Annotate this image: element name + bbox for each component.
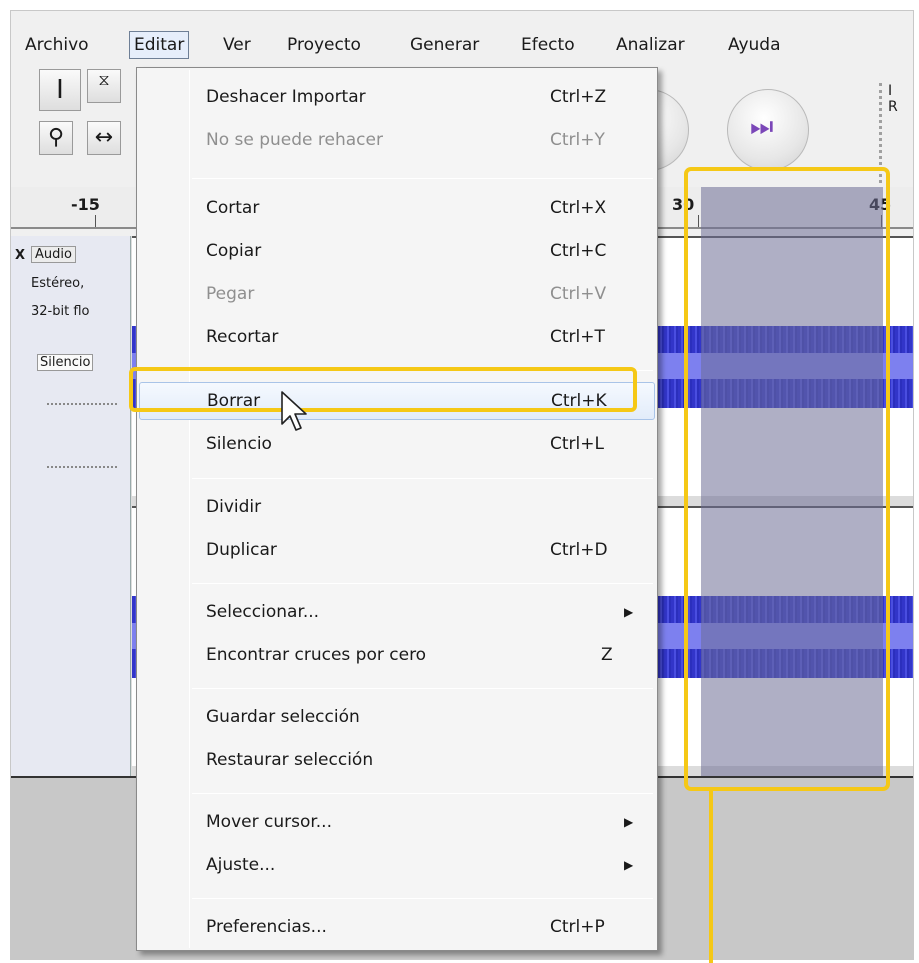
menu-item-label: Pegar [206,284,255,304]
menu-item-silencio[interactable]: Silencio Ctrl+L [139,425,655,463]
track-info: Estéreo, [31,276,85,291]
ruler-tick [95,215,96,227]
meter-label-record: R [888,99,898,115]
menu-item-shortcut: Ctrl+D [550,540,608,560]
menu-editar[interactable]: Editar [129,31,190,59]
pan-slider[interactable] [47,454,117,468]
mouse-pointer-icon [281,391,307,431]
callout-line [709,791,713,963]
menu-analizar[interactable]: Analizar [612,31,689,59]
magnifier-icon[interactable]: ⚲ [39,121,73,155]
menu-item-label: No se puede rehacer [206,130,383,150]
menu-separator [192,583,653,584]
timeshift-icon[interactable]: ↔ [87,121,121,155]
menu-item-shortcut: Ctrl+T [550,327,605,347]
track-close-button[interactable]: X [15,248,29,263]
menu-item-label: Silencio [206,434,272,454]
submenu-arrow-icon: ▶ [624,858,634,872]
menu-item-ajuste[interactable]: Ajuste... ▶ [139,846,655,884]
menu-item-label: Ajuste... [206,855,276,875]
menu-item-label: Copiar [206,241,262,261]
menu-item-shortcut: Ctrl+V [550,284,607,304]
silence-button[interactable]: Silencio [37,354,94,371]
menu-item-recortar[interactable]: Recortar Ctrl+T [139,318,655,356]
submenu-arrow-icon: ▶ [624,815,634,829]
menu-item-guardar-seleccion[interactable]: Guardar selección [139,698,655,736]
menu-item-label: Duplicar [206,540,277,560]
menu-item-seleccionar[interactable]: Seleccionar... ▶ [139,593,655,631]
menu-item-copiar[interactable]: Copiar Ctrl+C [139,232,655,270]
menu-archivo[interactable]: Archivo [21,31,93,59]
menu-ayuda[interactable]: Ayuda [724,31,785,59]
skip-to-end-icon: ⏭ [750,112,774,142]
menu-ver[interactable]: Ver [219,31,255,59]
menu-item-deshacer[interactable]: Deshacer Importar Ctrl+Z [139,78,655,116]
menu-item-label: Recortar [206,327,279,347]
highlight-selection-callout [684,167,890,791]
menu-separator [192,478,653,479]
menu-item-shortcut: Ctrl+X [550,198,607,218]
menu-proyecto[interactable]: Proyecto [283,31,365,59]
highlight-borrar-callout [129,367,637,412]
menu-item-pegar: Pegar Ctrl+V [139,275,655,313]
track-name-button[interactable]: Audio [31,246,76,263]
menu-item-shortcut: Z [601,645,613,665]
menu-item-restaurar-seleccion[interactable]: Restaurar selección [139,741,655,779]
menu-item-cruces-cero[interactable]: Encontrar cruces por cero Z [139,636,655,674]
gain-slider[interactable] [47,391,117,405]
menu-item-cortar[interactable]: Cortar Ctrl+X [139,189,655,227]
menu-item-shortcut: Ctrl+C [550,241,607,261]
menu-item-label: Mover cursor... [206,812,332,832]
skip-to-end-button[interactable]: ⏭ [727,89,809,171]
menu-item-label: Guardar selección [206,707,360,727]
menu-item-label: Restaurar selección [206,750,374,770]
menu-item-label: Preferencias... [206,917,327,937]
meter-label-input: I [888,83,893,99]
menu-separator [192,793,653,794]
menu-separator [192,688,653,689]
menu-item-label: Seleccionar... [206,602,320,622]
menubar: Archivo Editar Ver Proyecto Generar Efec… [11,31,913,59]
menu-item-shortcut: Ctrl+L [550,434,604,454]
menu-item-label: Deshacer Importar [206,87,366,107]
menu-generar[interactable]: Generar [406,31,483,59]
menu-separator [192,898,653,899]
menu-item-mover-cursor[interactable]: Mover cursor... ▶ [139,803,655,841]
menu-item-shortcut: Ctrl+P [550,917,605,937]
menu-item-rehacer: No se puede rehacer Ctrl+Y [139,121,655,159]
menu-separator [192,178,653,179]
menu-item-label: Encontrar cruces por cero [206,645,427,665]
submenu-arrow-icon: ▶ [624,605,634,619]
edit-menu-dropdown: Deshacer Importar Ctrl+Z No se puede reh… [136,67,658,951]
menu-item-dividir[interactable]: Dividir [139,488,655,526]
ruler-label: -15 [71,195,100,214]
menu-item-label: Cortar [206,198,260,218]
track-info: 32-bit flo [31,304,90,319]
menu-item-preferencias[interactable]: Preferencias... Ctrl+P [139,908,655,946]
envelope-icon[interactable]: ⧖ [87,69,121,103]
menu-item-label: Dividir [206,497,262,517]
menu-item-shortcut: Ctrl+Y [550,130,605,150]
menu-item-shortcut: Ctrl+Z [550,87,607,107]
menu-item-duplicar[interactable]: Duplicar Ctrl+D [139,531,655,569]
track-control-panel: X Audio Estéreo, 32-bit flo Silencio [11,236,131,776]
ibeam-cursor-icon[interactable]: I [39,69,81,111]
menu-efecto[interactable]: Efecto [517,31,579,59]
